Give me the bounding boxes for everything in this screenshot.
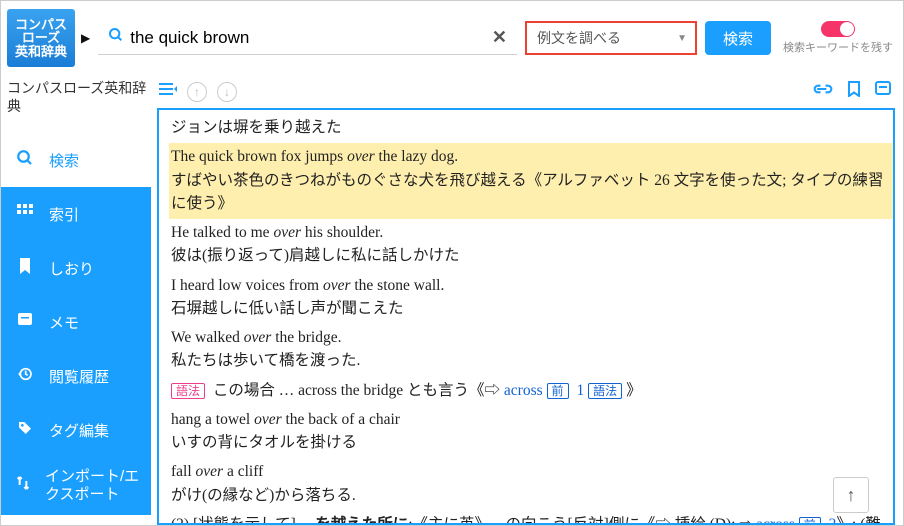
link-icon[interactable] — [813, 82, 833, 101]
note-icon — [15, 312, 35, 333]
sidebar-item-label: メモ — [49, 312, 79, 333]
toggle-label: 検索キーワードを残す — [783, 39, 893, 55]
sidebar-item-bookmark[interactable]: しおり — [1, 241, 151, 295]
search-mode-dropdown[interactable]: 例文を調べる ▼ — [525, 21, 697, 55]
search-button[interactable]: 検索 — [705, 21, 771, 55]
import-export-icon — [15, 475, 31, 496]
cross-ref-link[interactable]: across — [504, 382, 543, 399]
sidebar-item-label: 索引 — [49, 204, 79, 225]
sidebar-item-index[interactable]: 索引 — [1, 187, 151, 241]
sense-entry: (2) [状態を示して] …を越えた所に;《主に英》…の向こう[反対]側に《⇨ … — [169, 511, 893, 523]
collapse-icon[interactable] — [159, 82, 177, 101]
app-name: コンパスローズ英和辞典 — [7, 79, 147, 115]
example-entry: He talked to me over his shoulder. 彼は(振り… — [169, 219, 893, 272]
sidebar-item-tags[interactable]: タグ編集 — [1, 403, 151, 457]
bookmark-icon — [15, 258, 35, 279]
sidebar-item-label: 検索 — [49, 150, 79, 171]
grid-icon — [15, 204, 35, 225]
example-entry: hang a towel over the back of a chair いす… — [169, 406, 893, 459]
example-entry: fall over a cliff がけ(の縁など)から落ちる. — [169, 458, 893, 511]
sidebar-item-label: 閲覧履歴 — [49, 366, 109, 387]
sidebar-item-history[interactable]: 閲覧履歴 — [1, 349, 151, 403]
search-icon — [15, 149, 35, 172]
example-highlighted: The quick brown fox jumps over the lazy … — [169, 143, 893, 219]
logo-dropdown-icon[interactable]: ▶ — [81, 31, 90, 45]
example-jp: ジョンは塀を乗り越えた — [169, 114, 893, 143]
tag-icon — [15, 420, 35, 441]
history-icon — [15, 366, 35, 387]
app-logo: コンパスローズ英和辞典 — [7, 9, 75, 67]
example-entry: I heard low voices from over the stone w… — [169, 272, 893, 325]
search-icon — [98, 27, 130, 48]
memo-icon[interactable] — [875, 81, 891, 102]
scroll-top-button[interactable]: ↑ — [833, 477, 869, 513]
sidebar-item-import-export[interactable]: インポート/エクスポート — [1, 457, 151, 515]
usage-note: 語法 この場合 … across the bridge とも言う《⇨ acros… — [169, 377, 893, 406]
sidebar-item-label: タグ編集 — [49, 420, 109, 441]
example-entry: We walked over the bridge. 私たちは歩いて橋を渡った. — [169, 324, 893, 377]
dropdown-label: 例文を調べる — [537, 28, 621, 48]
clear-icon[interactable]: ✕ — [482, 27, 517, 48]
chevron-down-icon: ▼ — [677, 33, 687, 44]
down-arrow-icon[interactable]: ↓ — [217, 82, 237, 102]
cross-ref-link[interactable]: across — [756, 516, 795, 523]
content-panel: ジョンは塀を乗り越えた The quick brown fox jumps ov… — [157, 108, 895, 525]
content-toolbar: ↑ ↓ — [157, 79, 895, 108]
bookmark-icon[interactable] — [847, 81, 861, 102]
sidebar: 検索 索引 しおり メモ 閲覧履歴 タグ編集 — [1, 73, 151, 525]
sidebar-item-memo[interactable]: メモ — [1, 295, 151, 349]
sidebar-item-search[interactable]: 検索 — [1, 133, 151, 187]
search-input[interactable] — [130, 22, 482, 54]
sidebar-item-label: インポート/エクスポート — [45, 468, 151, 504]
content-scroll[interactable]: ジョンは塀を乗り越えた The quick brown fox jumps ov… — [159, 110, 893, 523]
keep-keyword-toggle[interactable] — [821, 21, 855, 37]
sidebar-item-label: しおり — [49, 258, 94, 279]
up-arrow-icon[interactable]: ↑ — [187, 82, 207, 102]
